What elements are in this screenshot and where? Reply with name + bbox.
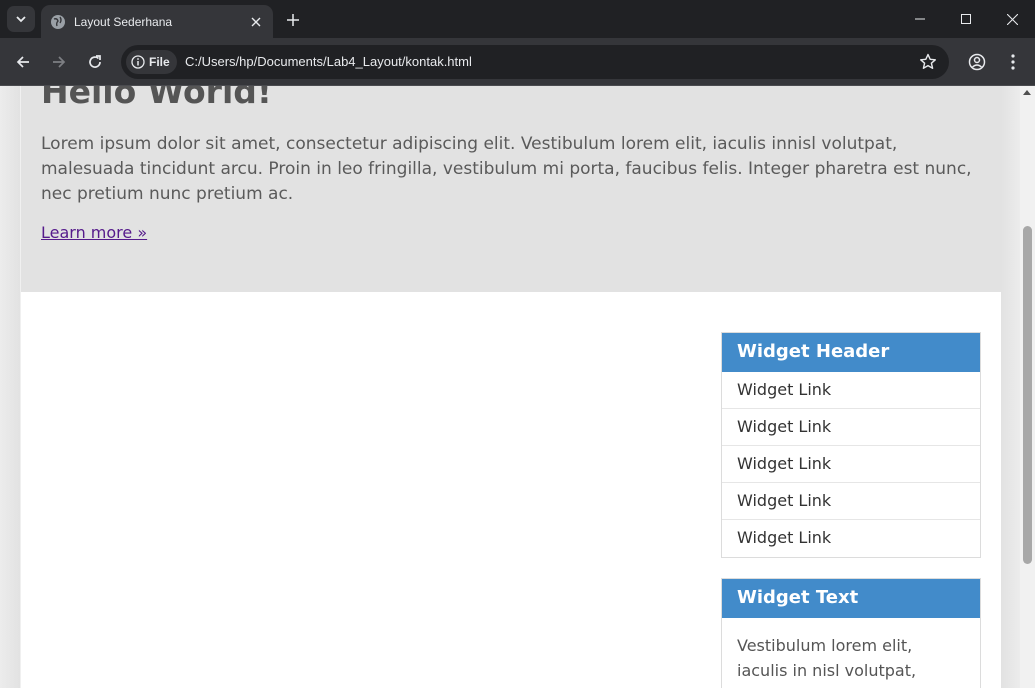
page-scrollbar[interactable] [1020, 86, 1035, 688]
widget-link[interactable]: Widget Link [722, 520, 980, 557]
tab-search-button[interactable] [7, 6, 35, 32]
widget-text-header: Widget Text [722, 579, 980, 618]
hero-section: Hello World! Lorem ipsum dolor sit amet,… [21, 86, 1001, 292]
back-button[interactable] [11, 50, 35, 74]
plus-icon [287, 14, 299, 26]
scrollbar-thumb[interactable] [1023, 226, 1032, 564]
hero-heading: Hello World! [41, 86, 272, 111]
close-window-button[interactable] [989, 0, 1035, 38]
more-vert-icon [1011, 54, 1015, 70]
links-widget: Widget Header Widget Link Widget Link Wi… [721, 332, 981, 558]
reload-button[interactable] [83, 50, 107, 74]
minimize-button[interactable] [897, 0, 943, 38]
new-tab-button[interactable] [283, 10, 303, 30]
bookmark-star-icon[interactable] [919, 53, 937, 71]
widget-link[interactable]: Widget Link [722, 372, 980, 409]
maximize-icon [961, 14, 971, 24]
chevron-down-icon [16, 16, 26, 23]
close-tab-icon[interactable] [248, 14, 264, 30]
widget-link[interactable]: Widget Link [722, 446, 980, 483]
info-icon [131, 55, 145, 69]
scroll-up-arrow-icon[interactable] [1023, 90, 1031, 95]
minimize-icon [915, 18, 925, 20]
browser-tab[interactable]: Layout Sederhana [41, 5, 273, 38]
page-gutter-right [1001, 86, 1020, 688]
page-gutter-left [0, 86, 20, 688]
text-widget: Widget Text Vestibulum lorem elit, iacul… [721, 578, 981, 688]
account-icon [968, 53, 986, 71]
site-info-label: File [149, 55, 170, 69]
widget-link[interactable]: Widget Link [722, 483, 980, 520]
close-icon [1006, 13, 1018, 25]
menu-button[interactable] [1003, 52, 1023, 72]
globe-icon [51, 14, 65, 29]
learn-more-link[interactable]: Learn more » [41, 223, 147, 242]
maximize-button[interactable] [943, 0, 989, 38]
url-text[interactable]: C:/Users/hp/Documents/Lab4_Layout/kontak… [185, 54, 472, 69]
browser-toolbar: File C:/Users/hp/Documents/Lab4_Layout/k… [0, 38, 1035, 86]
site-info-chip[interactable]: File [126, 50, 177, 74]
widget-link[interactable]: Widget Link [722, 409, 980, 446]
tab-title: Layout Sederhana [74, 14, 173, 29]
tab-strip: Layout Sederhana [0, 0, 1035, 38]
back-arrow-icon [16, 56, 29, 68]
forward-button[interactable] [47, 50, 71, 74]
widget-header: Widget Header [722, 333, 980, 372]
page-container: Hello World! Lorem ipsum dolor sit amet,… [21, 86, 1001, 688]
profile-button[interactable] [967, 52, 987, 72]
widget-text-body: Vestibulum lorem elit, iaculis in nisl v… [737, 636, 917, 688]
page-viewport: Hello World! Lorem ipsum dolor sit amet,… [0, 86, 1020, 688]
hero-paragraph: Lorem ipsum dolor sit amet, consectetur … [41, 134, 972, 204]
forward-arrow-icon [53, 56, 66, 68]
reload-icon [89, 55, 101, 68]
address-bar[interactable]: File C:/Users/hp/Documents/Lab4_Layout/k… [121, 45, 949, 79]
